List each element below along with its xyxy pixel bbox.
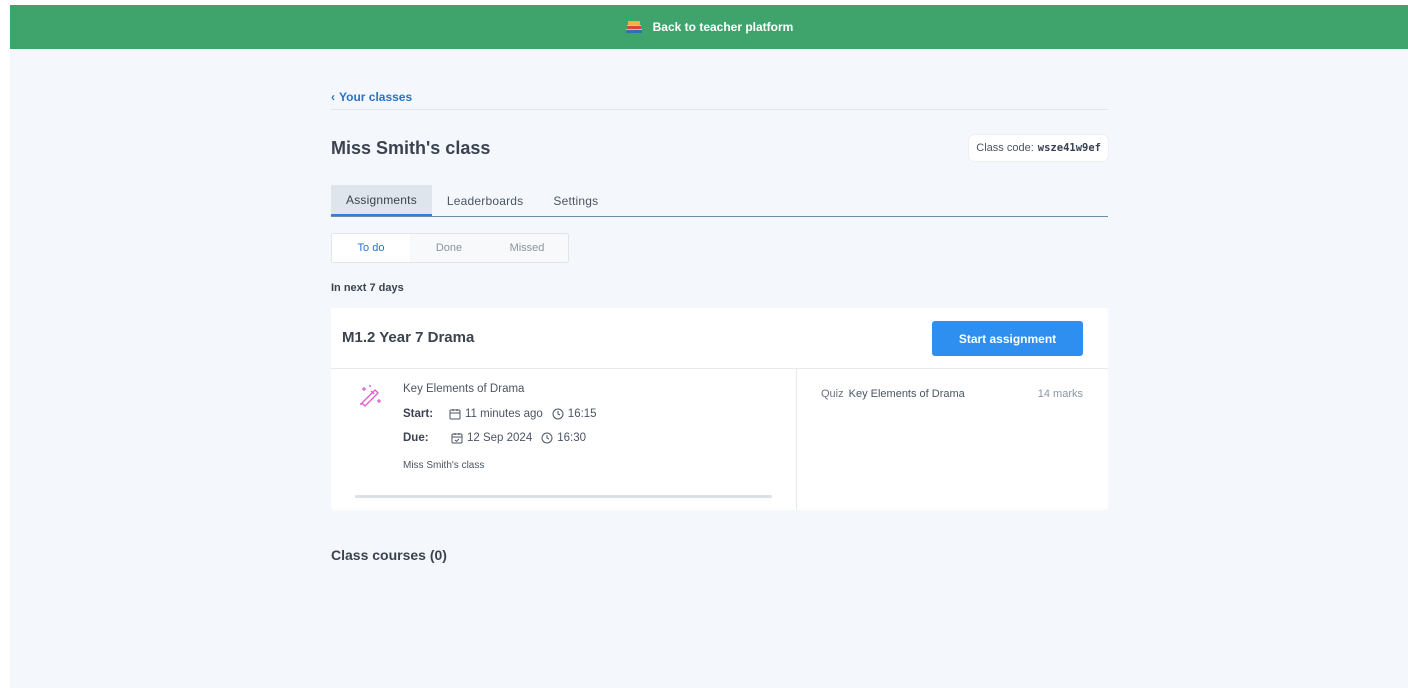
your-classes-label: Your classes <box>339 90 413 104</box>
start-assignment-button[interactable]: Start assignment <box>932 321 1083 356</box>
assignment-filter: To do Done Missed <box>331 233 569 263</box>
assignment-card: M1.2 Year 7 Drama Start assignment Key E… <box>331 308 1108 510</box>
assignment-card-header: M1.2 Year 7 Drama Start assignment <box>331 308 1108 369</box>
due-row: Due: 12 Sep 2024 16:30 <box>403 432 586 444</box>
start-row: Start: 11 minutes ago 16:15 <box>403 408 597 420</box>
your-classes-link[interactable]: ‹ Your classes <box>331 90 412 104</box>
class-courses-heading: Class courses (0) <box>331 547 447 563</box>
assignment-items: Quiz Key Elements of Drama 14 marks <box>797 369 1108 510</box>
assignment-details: Key Elements of Drama Start: 11 minutes … <box>331 369 797 510</box>
tab-settings[interactable]: Settings <box>538 185 613 216</box>
section-heading: In next 7 days <box>331 282 404 294</box>
back-to-teacher-platform-bar[interactable]: Back to teacher platform <box>10 5 1408 49</box>
class-code-label: Class code: <box>976 142 1034 154</box>
start-time: 16:15 <box>567 408 597 420</box>
chevron-left-icon: ‹ <box>331 90 335 104</box>
assignment-name: Key Elements of Drama <box>403 383 525 395</box>
quiz-marks: 14 marks <box>1037 388 1083 400</box>
quiz-name: Key Elements of Drama <box>848 388 965 400</box>
page-title: Miss Smith's class <box>331 138 491 158</box>
start-label: Start: <box>403 408 434 420</box>
tab-leaderboards[interactable]: Leaderboards <box>432 185 538 216</box>
calendar-check-icon <box>451 433 463 444</box>
clock-icon <box>552 408 564 420</box>
filter-done[interactable]: Done <box>410 234 488 262</box>
filter-to-do[interactable]: To do <box>332 234 410 262</box>
filter-missed[interactable]: Missed <box>488 234 566 262</box>
books-icon <box>625 19 643 35</box>
page: Back to teacher platform ‹ Your classes … <box>10 5 1408 688</box>
calendar-icon <box>449 409 461 420</box>
quiz-type: Quiz <box>821 388 844 400</box>
class-code-badge: Class code: wsze41w9ef <box>969 135 1108 161</box>
class-code-value: wsze41w9ef <box>1037 142 1101 154</box>
tab-assignments[interactable]: Assignments <box>331 185 432 216</box>
assignment-progress-bar <box>355 495 772 498</box>
magic-wand-icon <box>360 385 381 407</box>
divider <box>331 109 1108 110</box>
assignment-class-name: Miss Smith's class <box>403 460 485 471</box>
due-date: 12 Sep 2024 <box>467 432 533 444</box>
assignment-title: M1.2 Year 7 Drama <box>342 329 475 346</box>
class-tabs: Assignments Leaderboards Settings <box>331 185 1108 217</box>
clock-icon <box>541 432 553 444</box>
back-to-teacher-platform-label: Back to teacher platform <box>652 20 794 34</box>
due-time: 16:30 <box>557 432 587 444</box>
quiz-item: Quiz Key Elements of Drama 14 marks <box>821 388 1083 400</box>
due-label: Due: <box>403 432 429 444</box>
start-date: 11 minutes ago <box>465 408 543 420</box>
